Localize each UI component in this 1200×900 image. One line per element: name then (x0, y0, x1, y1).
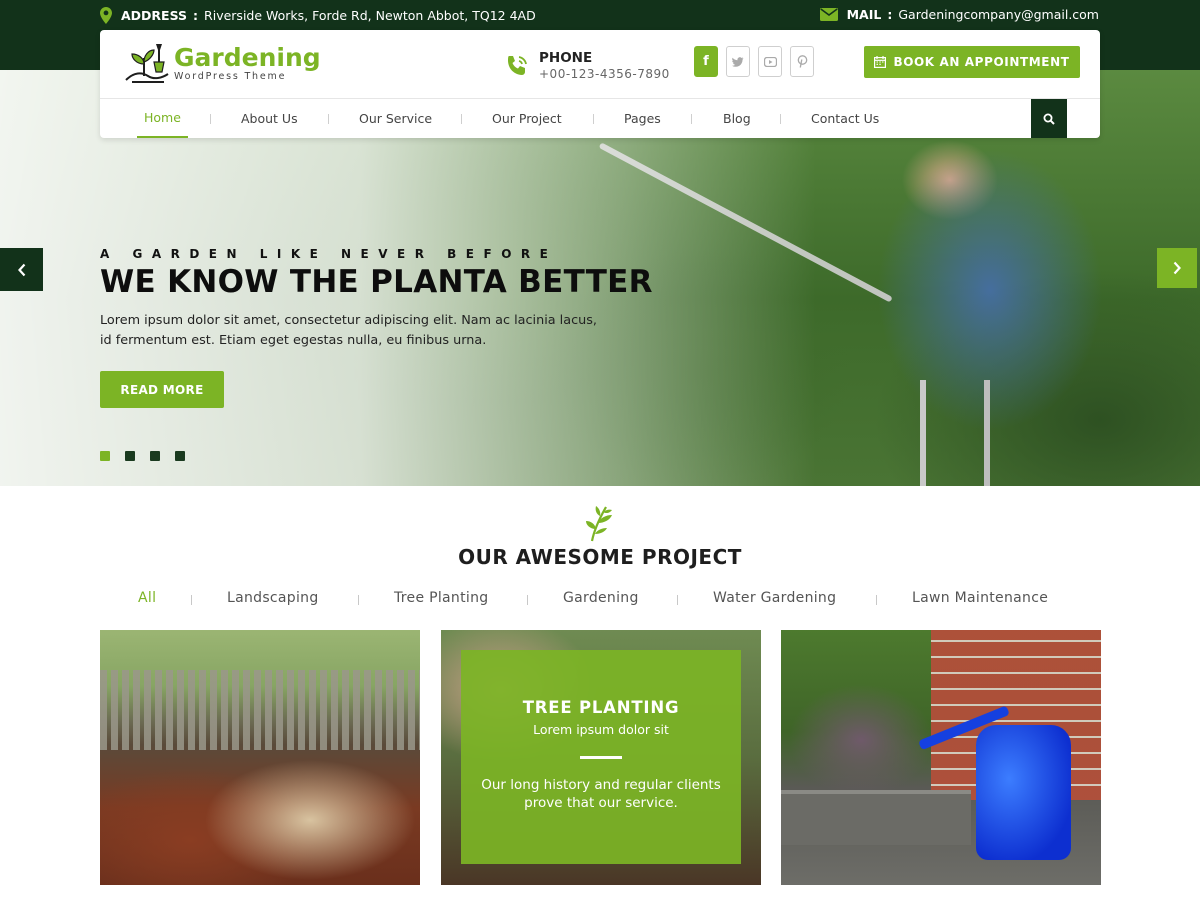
project-card-landscaping[interactable] (100, 630, 420, 885)
logo-subtitle: WordPress Theme (174, 70, 287, 82)
slider-dots (100, 451, 200, 461)
logo-name: Gardening (174, 42, 321, 72)
mail-label: MAIL (846, 7, 882, 22)
site-logo[interactable]: Gardening WordPress Theme (124, 40, 321, 86)
project-card-tree-planting[interactable]: TREE PLANTING Lorem ipsum dolor sit Our … (441, 630, 761, 885)
project-image-watering-can (976, 725, 1071, 860)
address-value: Riverside Works, Forde Rd, Newton Abbot,… (204, 8, 536, 23)
filter-tree-planting[interactable]: Tree Planting (394, 590, 488, 606)
filter-separator (677, 595, 678, 605)
overlay-divider (580, 756, 622, 759)
envelope-icon (819, 8, 838, 21)
hero-kicker: A GARDEN LIKE NEVER BEFORE (100, 247, 558, 261)
search-button[interactable] (1031, 99, 1067, 138)
gardening-logo-icon (125, 44, 169, 83)
nav-separator (780, 114, 781, 124)
nav-separator (593, 114, 594, 124)
phone-info: PHONE +00-123-4356-7890 (504, 50, 670, 81)
main-nav: Home About Us Our Service Our Project Pa… (100, 99, 1100, 138)
nav-item-home[interactable]: Home (137, 99, 188, 138)
hero-title: WE KNOW THE PLANTA BETTER (100, 264, 653, 300)
nav-item-contact-us[interactable]: Contact Us (811, 99, 879, 138)
filter-landscaping[interactable]: Landscaping (227, 590, 319, 606)
filter-separator (191, 595, 192, 605)
overlay-text: Our long history and regular clients pro… (481, 777, 721, 811)
project-hover-overlay: TREE PLANTING Lorem ipsum dolor sit Our … (461, 650, 741, 864)
mail-info: MAIL : Gardeningcompany@gmail.com (819, 7, 1099, 22)
overlay-subtitle: Lorem ipsum dolor sit (533, 722, 669, 737)
slider-dot-2[interactable] (125, 451, 135, 461)
youtube-icon[interactable] (758, 46, 782, 77)
phone-icon (508, 55, 527, 75)
leaf-sprout-icon (586, 506, 612, 542)
hero-text: Lorem ipsum dolor sit amet, consectetur … (100, 313, 597, 348)
filter-all[interactable]: All (138, 590, 156, 606)
mail-value[interactable]: Gardeningcompany@gmail.com (898, 7, 1099, 22)
slider-dot-3[interactable] (150, 451, 160, 461)
nav-separator (691, 114, 692, 124)
filter-separator (876, 595, 877, 605)
filter-water-gardening[interactable]: Water Gardening (713, 590, 836, 606)
chevron-left-icon (17, 263, 25, 276)
nav-item-our-service[interactable]: Our Service (359, 99, 432, 138)
header-card: Gardening WordPress Theme PHONE +00-123-… (100, 30, 1100, 138)
slider-next-button[interactable] (1157, 248, 1197, 288)
nav-item-our-project[interactable]: Our Project (492, 99, 562, 138)
pinterest-icon[interactable] (790, 46, 814, 77)
project-image-planter (781, 790, 971, 845)
chevron-right-icon (1173, 261, 1181, 275)
project-card-water-gardening[interactable] (781, 630, 1101, 885)
search-icon (1043, 113, 1055, 125)
book-appointment-button[interactable]: BOOK AN APPOINTMENT (864, 46, 1080, 78)
nav-item-pages[interactable]: Pages (624, 99, 661, 138)
nav-separator (461, 114, 462, 124)
phone-number[interactable]: +00-123-4356-7890 (539, 67, 670, 81)
mail-colon: : (887, 7, 893, 22)
calendar-icon (874, 56, 887, 68)
facebook-icon[interactable]: f (694, 46, 718, 77)
filter-separator (527, 595, 528, 605)
filter-lawn-maintenance[interactable]: Lawn Maintenance (912, 590, 1048, 606)
projects-title: OUR AWESOME PROJECT (458, 545, 742, 569)
map-pin-icon (100, 7, 112, 24)
slider-dot-1[interactable] (100, 451, 110, 461)
slider-dot-4[interactable] (175, 451, 185, 461)
address-colon: : (193, 8, 199, 23)
nav-item-about-us[interactable]: About Us (241, 99, 298, 138)
read-more-button[interactable]: READ MORE (100, 371, 224, 408)
project-image-fence (100, 670, 420, 750)
address-info: ADDRESS : Riverside Works, Forde Rd, New… (100, 7, 536, 24)
book-appointment-label: BOOK AN APPOINTMENT (893, 55, 1070, 69)
nav-item-blog[interactable]: Blog (723, 99, 751, 138)
phone-label: PHONE (539, 50, 593, 66)
address-label: ADDRESS (121, 8, 188, 23)
nav-separator (210, 114, 211, 124)
project-filters: All Landscaping Tree Planting Gardening … (0, 590, 1200, 612)
twitter-icon[interactable] (726, 46, 750, 77)
filter-gardening[interactable]: Gardening (563, 590, 639, 606)
nav-separator (328, 114, 329, 124)
filter-separator (358, 595, 359, 605)
slider-prev-button[interactable] (0, 248, 43, 291)
social-links: f (694, 46, 822, 77)
overlay-title: TREE PLANTING (522, 698, 680, 717)
